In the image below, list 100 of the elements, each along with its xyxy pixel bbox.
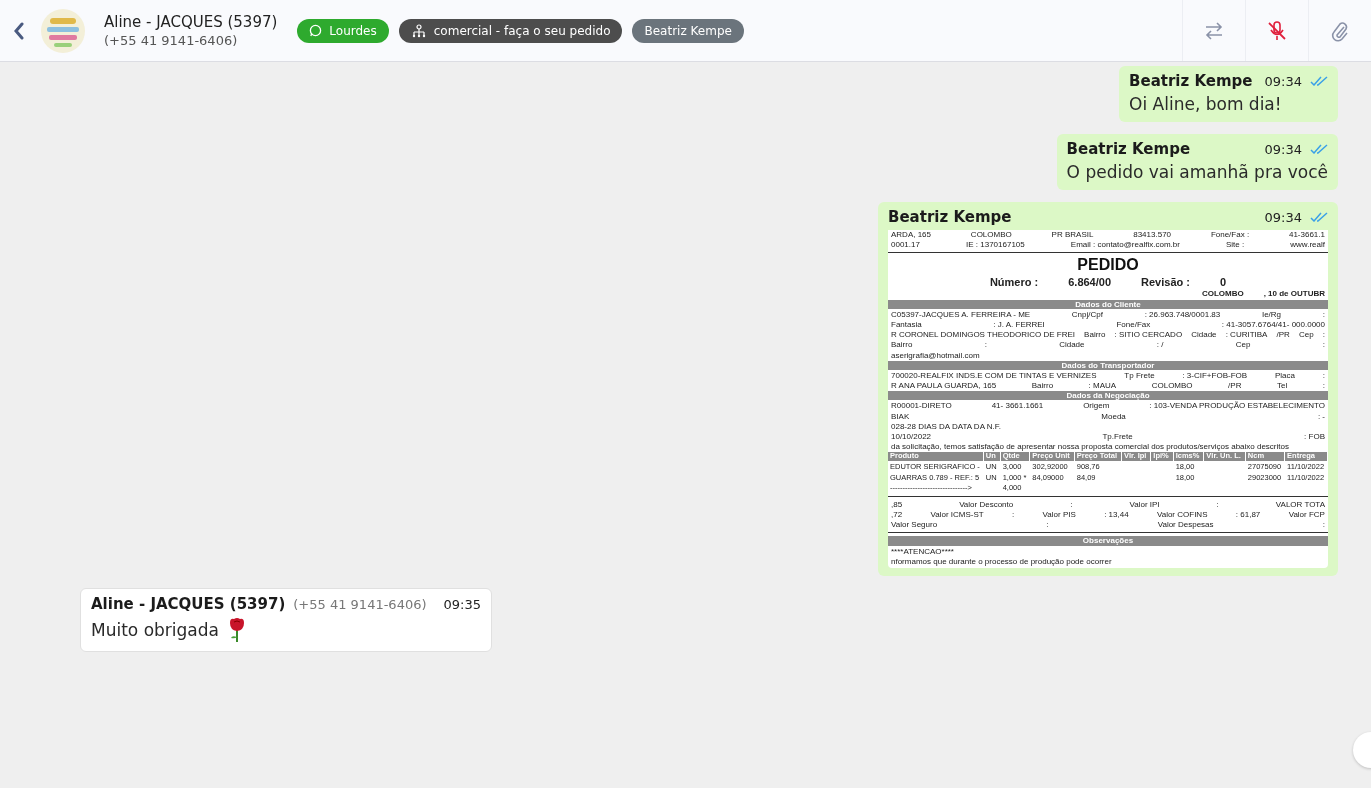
document-text: , 10 de OUTUBR	[1263, 289, 1325, 299]
chat-bubble-icon	[309, 24, 323, 37]
document-text: :	[1322, 520, 1325, 530]
document-text: Valor ICMS-ST	[930, 510, 984, 520]
document-text: :	[1322, 370, 1325, 381]
document-text: Valor Seguro	[891, 520, 938, 530]
document-text: : 103-VENDA PRODUÇÃO ESTABELECIMENTO	[1149, 401, 1325, 411]
document-section-header: Observações	[888, 536, 1328, 546]
document-text: 6.864/00	[1068, 275, 1112, 289]
document-text: ****ATENCAO****	[890, 546, 955, 556]
document-text: :	[984, 340, 987, 350]
document-text: Bairro	[1031, 381, 1054, 391]
avatar-logo	[40, 7, 86, 54]
tag: Beatriz Kempe	[632, 18, 744, 43]
paperclip-icon	[1331, 19, 1349, 42]
microphone-icon	[1266, 19, 1288, 42]
sender-name: Beatriz Kempe	[1129, 72, 1253, 90]
message-time: 09:34	[1264, 209, 1302, 225]
document-text: Valor Despesas	[1157, 520, 1214, 530]
document-text: : 61,87	[1235, 510, 1261, 520]
document-text: : /	[1156, 340, 1164, 350]
document-text: Cep	[1298, 330, 1314, 340]
document-text: Placa	[1274, 370, 1295, 381]
document-text: 10/10/2022	[891, 432, 932, 442]
sender-name: Beatriz Kempe	[1066, 140, 1191, 158]
document-text: Tp.Frete	[1102, 432, 1133, 442]
message-time: 09:35	[443, 597, 481, 613]
document-text: Valor Desconto	[959, 499, 1014, 510]
document-text: /PR	[1228, 381, 1242, 391]
document-text: ,85	[891, 499, 903, 510]
document-text: Valor PIS	[1042, 510, 1076, 520]
document-text: :	[1322, 381, 1325, 391]
document-text: Cidade	[1059, 340, 1085, 350]
document-text: BIAK	[891, 411, 910, 421]
document-text: : 41-3057.6764/41- 000.0000	[1221, 319, 1325, 330]
document-text: Número :	[989, 275, 1039, 289]
document-text: Tel	[1276, 381, 1288, 391]
message-text: O pedido vai amanhã pra você	[1066, 162, 1328, 182]
document-text: Cnpj/Cpf	[1071, 309, 1103, 319]
document-text: ,72	[891, 510, 903, 520]
sender-phone: (+55 41 9141-6406)	[293, 597, 427, 613]
document-text: Fantasia	[891, 319, 922, 330]
document-text: :	[1012, 510, 1015, 520]
document-text: : J. A. FERREI	[993, 319, 1045, 330]
document-text: nformamos que durante o processo de produção pode ocorrer	[890, 556, 1113, 567]
document-text: :	[1046, 520, 1049, 530]
document-text: COLOMBO	[1151, 381, 1193, 391]
document-text: : CURITIBA	[1225, 330, 1268, 340]
document-section-header: Dados do Transportador	[888, 360, 1328, 370]
document-text: COLOMBO	[970, 230, 1012, 240]
contact-phone: (+55 41 9141-6406)	[104, 33, 239, 48]
document-text: Fone/Fax :	[1210, 230, 1250, 240]
document-section-header: Dados da Negociação	[888, 391, 1328, 401]
back-icon[interactable]	[13, 21, 25, 40]
document-text: 41-3661.1	[1288, 230, 1325, 240]
document-text: : 13,44	[1104, 510, 1129, 520]
document-text: da solicitação, temos satisfação de apresentar nossa proposta comercial dos produtos/serviços abaixo descritos	[890, 442, 1290, 452]
document-text: 028-28 DIAS DA DATA DA N.F.	[891, 421, 1001, 432]
document-section-header: Dados do Cliente	[888, 299, 1328, 309]
document-text: : 26.963.748/0001.83	[1144, 309, 1221, 319]
document-text: ARDA, 165	[891, 230, 932, 240]
document-text: /PR	[1276, 330, 1290, 340]
document-text: Bairro	[1084, 330, 1106, 340]
document-text: 83413.570	[1133, 230, 1172, 240]
document-text: R ANA PAULA GUARDA, 165	[891, 381, 997, 391]
document-text: www.realf	[1290, 240, 1325, 250]
tag: Lourdes	[297, 18, 389, 43]
document-text: : MAUA	[1088, 381, 1117, 391]
contact-name: Aline - JACQUES (5397)	[104, 13, 278, 31]
document-text: Bairro	[891, 340, 913, 350]
message-time: 09:34	[1264, 141, 1302, 157]
document-text: Fone/Fax	[1116, 319, 1151, 330]
document-text: aserigrafia@hotmail.com	[891, 350, 980, 360]
document-text: 0001.17	[891, 240, 920, 250]
document-text: Revisão :	[1141, 275, 1190, 289]
document-text: :	[1216, 499, 1219, 510]
document-text: Valor FCP	[1288, 510, 1325, 520]
document-text: Ie/Rg	[1261, 309, 1282, 319]
document-text: :	[1322, 340, 1325, 350]
document-text: Valor COFINS	[1156, 510, 1208, 520]
document-text: Email : contato@realfix.com.br	[1070, 240, 1180, 250]
document-text: 700020-REALFIX INDS.E COM DE TINTAS E VERNIZES	[891, 370, 1097, 381]
document-text: :	[1322, 330, 1325, 340]
document-text: R00001-DIRETO	[891, 401, 952, 411]
tag: comercial - faça o seu pedido	[398, 18, 623, 43]
document-text: Cep	[1235, 340, 1251, 350]
document-text: : -	[1317, 411, 1325, 421]
document-title: PEDIDO	[1077, 256, 1139, 275]
document-text: :	[1070, 499, 1073, 510]
document-text: Moeda	[1101, 411, 1126, 421]
message-time: 09:34	[1264, 73, 1302, 89]
document-text: : SITIO CERCADO	[1114, 330, 1183, 340]
document-text: R CORONEL DOMINGOS THEODORICO DE FREI	[891, 330, 1075, 340]
hierarchy-icon	[410, 23, 427, 38]
document-text: VALOR TOTA	[1275, 499, 1325, 510]
document-text: 0	[1219, 275, 1227, 289]
document-text: COLOMBO	[1201, 289, 1244, 299]
transfer-icon	[1204, 21, 1224, 40]
document-text: IE : 1370167105	[966, 240, 1025, 250]
sender-name: Aline - JACQUES (5397)	[91, 595, 286, 614]
